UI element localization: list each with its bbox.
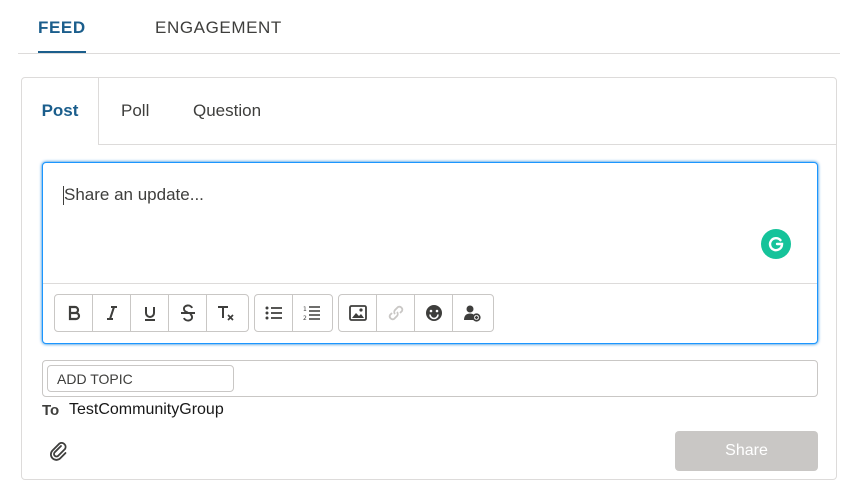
- image-icon[interactable]: [339, 295, 377, 331]
- svg-text:2: 2: [303, 315, 307, 321]
- underline-icon[interactable]: [131, 295, 169, 331]
- italic-icon[interactable]: [93, 295, 131, 331]
- top-tab-bar: FEED ENGAGEMENT: [18, 0, 840, 54]
- mention-user-icon[interactable]: [453, 295, 491, 331]
- link-icon[interactable]: [377, 295, 415, 331]
- list-group: 12: [254, 294, 333, 332]
- tab-question[interactable]: Question: [193, 78, 261, 145]
- publisher-card: Post Poll Question Share an update... 1 …: [21, 77, 837, 480]
- attachment-icon[interactable]: [48, 440, 70, 462]
- tab-engagement[interactable]: ENGAGEMENT: [155, 0, 282, 52]
- post-editor[interactable]: Share an update... 1 2: [42, 162, 818, 344]
- strikethrough-icon[interactable]: [169, 295, 207, 331]
- clear-formatting-icon[interactable]: [207, 295, 245, 331]
- publisher-tab-bar: Post Poll Question: [22, 78, 836, 145]
- numbered-list-icon[interactable]: 12: [293, 295, 331, 331]
- emoji-icon[interactable]: [415, 295, 453, 331]
- post-placeholder: Share an update...: [64, 185, 204, 204]
- bold-icon[interactable]: [55, 295, 93, 331]
- add-topic-button[interactable]: ADD TOPIC: [47, 365, 234, 392]
- topic-field[interactable]: ADD TOPIC: [42, 360, 818, 397]
- tab-poll[interactable]: Poll: [121, 78, 149, 145]
- grammarly-icon[interactable]: [761, 229, 791, 259]
- post-text-area[interactable]: Share an update...: [43, 163, 817, 284]
- tab-post[interactable]: Post: [22, 78, 99, 145]
- bulleted-list-icon[interactable]: [255, 295, 293, 331]
- svg-text:1: 1: [303, 306, 307, 313]
- recipient-label: To: [42, 402, 60, 419]
- tab-feed[interactable]: FEED: [38, 0, 86, 53]
- recipient-group[interactable]: TestCommunityGroup: [69, 401, 224, 419]
- insert-group: [338, 294, 494, 332]
- share-button[interactable]: Share: [675, 431, 818, 471]
- text-style-group: [54, 294, 249, 332]
